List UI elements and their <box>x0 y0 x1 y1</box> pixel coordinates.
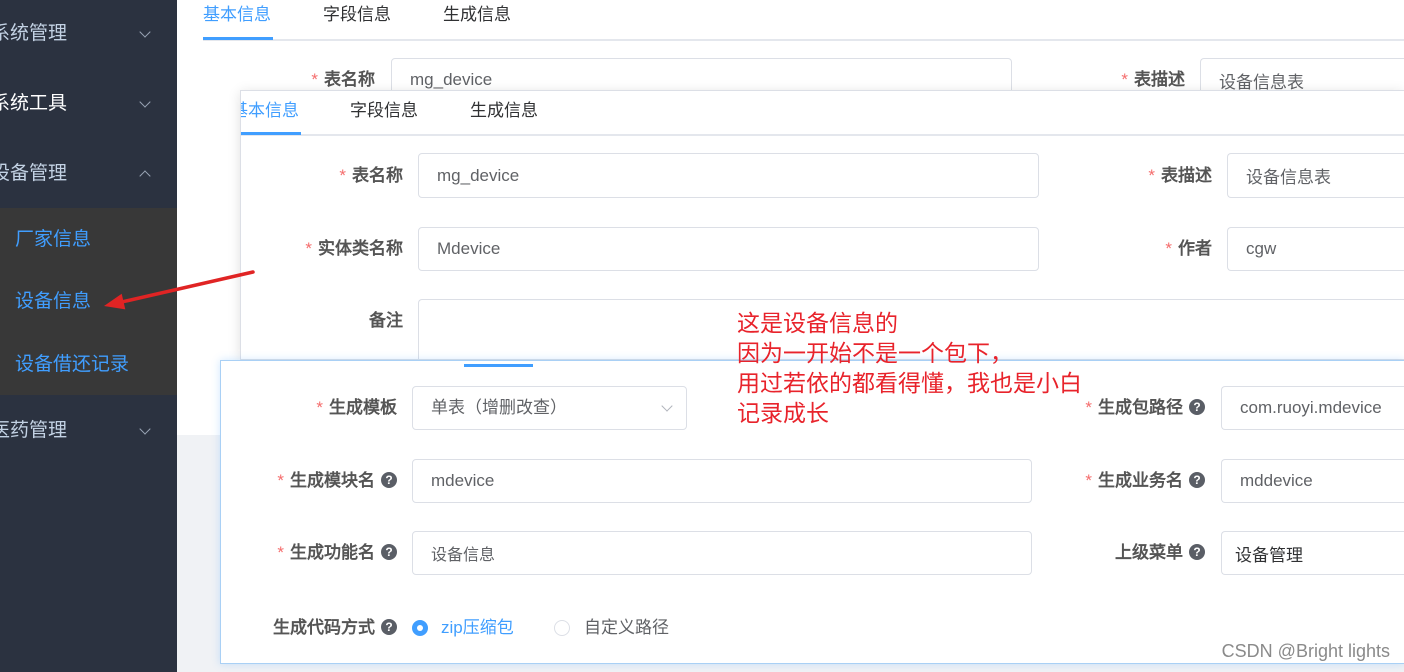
parent-menu-label: 上级菜单 <box>985 531 1205 575</box>
label-text: 作者 <box>1178 239 1212 258</box>
screen: 系统管理 系统工具 设备管理 厂家信息 设备信息 设备借还记录 医药管理 基本信… <box>0 0 1404 672</box>
business-name-label: * 生成业务名 <box>985 459 1205 503</box>
tab-basic-info[interactable]: 基本信息 <box>203 3 271 27</box>
menu-label: 系统管理 <box>0 23 68 44</box>
menu-label: 医药管理 <box>0 420 68 441</box>
menu-system-management[interactable]: 系统管理 <box>0 14 177 54</box>
required-mark: * <box>1085 398 1092 417</box>
package-path-input[interactable] <box>1221 386 1404 430</box>
label-text: 上级菜单 <box>1115 543 1183 562</box>
tab-divider <box>203 39 1404 41</box>
function-name-input[interactable] <box>412 531 1032 575</box>
chevron-down-icon <box>139 96 151 108</box>
generation-method-label: 生成代码方式 <box>221 616 397 640</box>
entity-class-name-label: * 实体类名称 <box>243 227 403 271</box>
module-name-input[interactable] <box>412 459 1032 503</box>
menu-system-tools[interactable]: 系统工具 <box>0 84 177 124</box>
required-mark: * <box>1148 166 1155 185</box>
label-text: 表描述 <box>1161 166 1212 185</box>
tab-basic-info[interactable]: 基本信息 <box>241 99 299 123</box>
watermark: CSDN @Bright lights <box>1221 641 1390 661</box>
submenu-item-device-borrow-records[interactable]: 设备借还记录 <box>0 345 177 385</box>
label-text: 生成包路径 <box>1098 398 1183 417</box>
menu-label: 设备管理 <box>0 163 68 184</box>
chevron-down-icon <box>139 26 151 38</box>
label-text: 生成功能名 <box>290 543 375 562</box>
annotation-line: 用过若依的都看得懂，我也是小白 <box>737 371 1082 397</box>
template-select[interactable]: 单表（增删改查） <box>412 386 687 430</box>
label-text: 生成业务名 <box>1098 471 1183 490</box>
question-circle-icon[interactable] <box>381 543 397 560</box>
required-mark: * <box>1121 70 1128 89</box>
radio-zip[interactable] <box>412 620 428 636</box>
active-tab-indicator <box>241 132 301 135</box>
submenu-item-manufacturer-info[interactable]: 厂家信息 <box>0 220 177 260</box>
module-name-label: * 生成模块名 <box>221 459 397 503</box>
annotation-line: 因为一开始不是一个包下， <box>737 341 1013 367</box>
question-circle-icon[interactable] <box>1189 543 1205 560</box>
question-circle-icon[interactable] <box>381 471 397 488</box>
chevron-down-icon <box>661 400 673 412</box>
author-input[interactable] <box>1227 227 1404 271</box>
business-name-input[interactable] <box>1221 459 1404 503</box>
required-mark: * <box>277 471 284 490</box>
sidebar: 系统管理 系统工具 设备管理 厂家信息 设备信息 设备借还记录 医药管理 <box>0 0 177 672</box>
question-circle-icon[interactable] <box>1189 471 1205 488</box>
function-name-label: * 生成功能名 <box>221 531 397 575</box>
chevron-up-icon <box>139 170 151 182</box>
label-text: 表名称 <box>324 70 375 89</box>
annotation-note: 这是设备信息的 因为一开始不是一个包下， 用过若依的都看得懂，我也是小白 记录成… <box>737 309 1082 429</box>
table-description-label: * 表描述 <box>1052 153 1212 198</box>
radio-custom-path-label[interactable]: 自定义路径 <box>584 616 669 640</box>
label-text: 生成模块名 <box>290 471 375 490</box>
table-name-label: * 表名称 <box>243 153 403 198</box>
label-text: 实体类名称 <box>318 239 403 258</box>
author-label: * 作者 <box>1052 227 1212 271</box>
label-text: 生成代码方式 <box>273 618 375 637</box>
tab-generation-info[interactable]: 生成信息 <box>443 3 511 27</box>
menu-medicine-management[interactable]: 医药管理 <box>0 411 177 451</box>
required-mark: * <box>316 398 323 417</box>
tab-divider <box>241 134 1404 136</box>
required-mark: * <box>1165 239 1172 258</box>
question-circle-icon[interactable] <box>381 618 397 635</box>
menu-label: 系统工具 <box>0 93 68 114</box>
table-name-input[interactable] <box>418 153 1039 198</box>
annotation-line: 这是设备信息的 <box>737 311 898 337</box>
required-mark: * <box>311 70 318 89</box>
required-mark: * <box>277 543 284 562</box>
tab-generation-info[interactable]: 生成信息 <box>470 99 538 123</box>
submenu-device-management: 厂家信息 设备信息 设备借还记录 <box>0 208 177 395</box>
entity-class-name-input[interactable] <box>418 227 1039 271</box>
template-label: * 生成模板 <box>237 386 397 430</box>
remark-label: 备注 <box>243 299 403 343</box>
question-circle-icon[interactable] <box>1189 398 1205 415</box>
tab-field-info[interactable]: 字段信息 <box>323 3 391 27</box>
annotation-line: 记录成长 <box>737 401 829 427</box>
label-text: 表名称 <box>352 166 403 185</box>
active-tab-indicator <box>464 364 533 367</box>
parent-menu-select[interactable] <box>1221 531 1404 575</box>
submenu-item-device-info[interactable]: 设备信息 <box>0 282 177 322</box>
active-tab-indicator <box>203 37 273 40</box>
tab-field-info[interactable]: 字段信息 <box>350 99 418 123</box>
label-text: 生成模板 <box>329 398 397 417</box>
chevron-down-icon <box>139 423 151 435</box>
table-description-input[interactable] <box>1227 153 1404 198</box>
select-value: 单表（增删改查） <box>431 398 567 417</box>
required-mark: * <box>1085 471 1092 490</box>
label-text: 表描述 <box>1134 70 1185 89</box>
required-mark: * <box>339 166 346 185</box>
radio-custom-path[interactable] <box>554 620 570 636</box>
menu-device-management[interactable]: 设备管理 <box>0 154 177 194</box>
radio-zip-label[interactable]: zip压缩包 <box>441 616 514 640</box>
label-text: 备注 <box>369 311 403 330</box>
required-mark: * <box>305 239 312 258</box>
